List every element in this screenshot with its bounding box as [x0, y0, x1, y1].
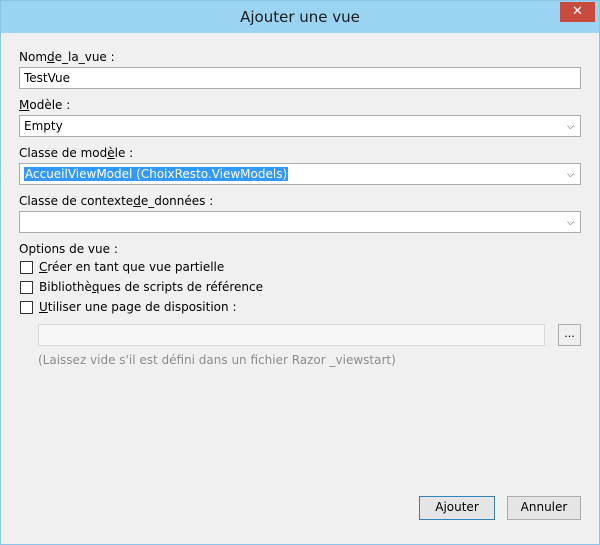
model-class-label: Classe de modèle :	[19, 146, 134, 160]
add-view-dialog: Ajouter une vue ✕ Nomde_la_vue : TestVue…	[0, 0, 600, 545]
chevron-down-icon: ⌵	[567, 170, 574, 180]
view-name-value: TestVue	[24, 71, 71, 85]
model-class-value: AccueilViewModel (ChoixResto.ViewModels)	[24, 167, 289, 181]
layout-hint: (Laissez vide s'il est défini dans un fi…	[38, 353, 396, 367]
layout-path-input[interactable]	[38, 324, 545, 346]
close-icon: ✕	[572, 4, 583, 19]
layout-page-label[interactable]: Utiliser une page de disposition :	[39, 300, 237, 314]
dialog-body: Nomde_la_vue : TestVue Modèle : Empty ⌵ …	[9, 33, 591, 538]
view-name-input[interactable]: TestVue	[19, 67, 581, 89]
model-class-dropdown[interactable]: AccueilViewModel (ChoixResto.ViewModels)…	[19, 163, 581, 185]
chevron-down-icon: ⌵	[567, 122, 574, 132]
view-name-label: Nomde_la_vue :	[19, 50, 115, 64]
template-value: Empty	[24, 119, 63, 133]
script-libraries-checkbox[interactable]	[20, 281, 33, 294]
cancel-button[interactable]: Annuler	[507, 496, 581, 520]
script-libraries-label[interactable]: Bibliothèques de scripts de référence	[39, 280, 263, 294]
browse-button[interactable]: ...	[558, 324, 581, 346]
chevron-down-icon: ⌵	[567, 218, 574, 228]
view-options-heading: Options de vue :	[19, 242, 118, 256]
template-dropdown[interactable]: Empty ⌵	[19, 115, 581, 137]
partial-view-checkbox[interactable]	[20, 261, 33, 274]
title-bar[interactable]: Ajouter une vue ✕	[1, 1, 599, 33]
data-context-label: Classe de contextede_données :	[19, 194, 214, 208]
close-button[interactable]: ✕	[560, 2, 595, 22]
template-label: Modèle :	[19, 98, 71, 112]
partial-view-label[interactable]: Créer en tant que vue partielle	[39, 260, 224, 274]
data-context-dropdown[interactable]: ⌵	[19, 211, 581, 233]
dialog-title: Ajouter une vue	[240, 8, 360, 26]
add-button[interactable]: Ajouter	[419, 496, 495, 520]
layout-page-checkbox[interactable]	[20, 301, 33, 314]
